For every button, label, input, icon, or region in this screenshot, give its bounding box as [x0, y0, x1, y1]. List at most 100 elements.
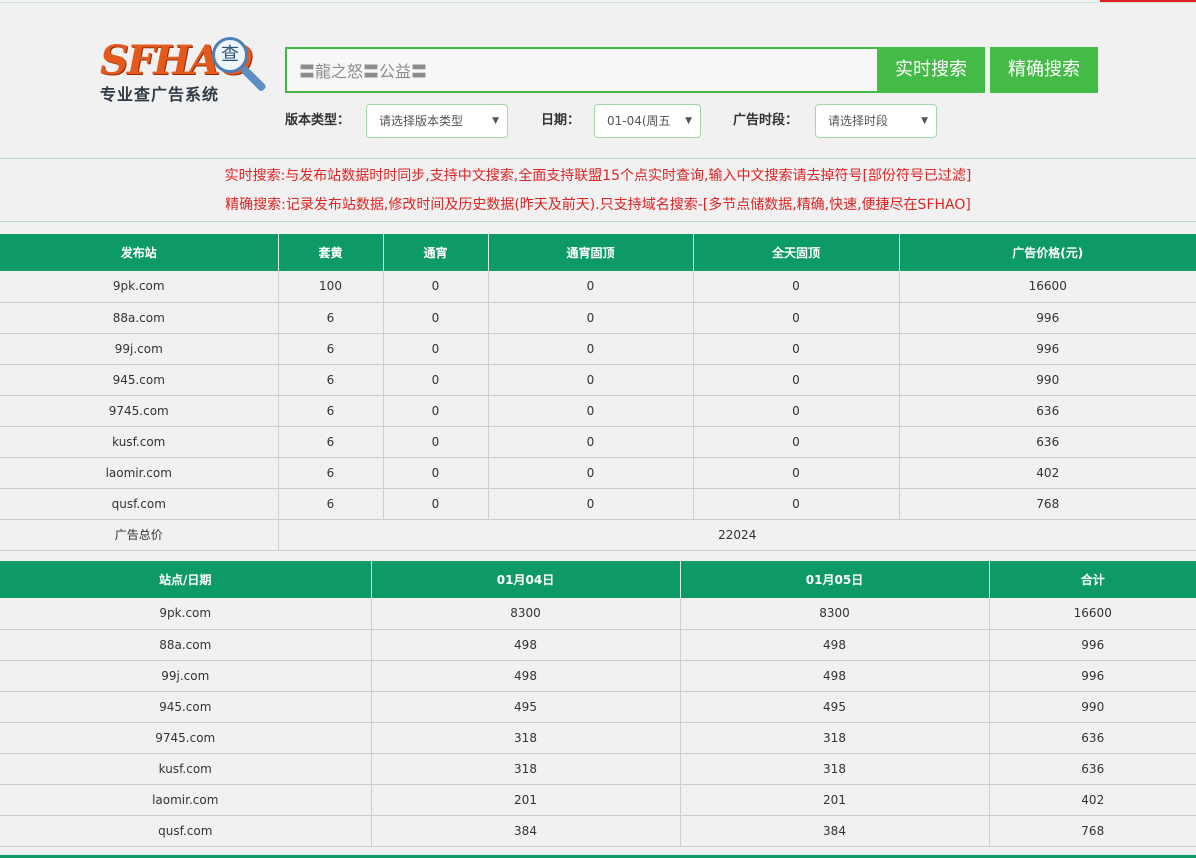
value-cell: 402 [989, 784, 1196, 816]
site-cell: qusf.com [0, 488, 279, 520]
version-type-value: 请选择版本类型 [379, 114, 464, 128]
value-cell: 0 [383, 488, 489, 520]
table-row: 99j.com 6 0 0 0 996 [0, 333, 1196, 365]
table-row: 88a.com 498 498 996 [0, 629, 1196, 661]
header-site-date: 站点/日期 [0, 561, 372, 598]
value-cell: 0 [488, 271, 694, 303]
site-cell: kusf.com [0, 426, 279, 458]
value-cell: 318 [680, 722, 990, 754]
logo[interactable]: SFHAO 查 专业查广告系统 [98, 37, 278, 104]
site-cell: 88a.com [0, 629, 372, 661]
value-cell: 636 [899, 395, 1196, 427]
table-row: qusf.com 6 0 0 0 768 [0, 488, 1196, 520]
date-value: 01-04(周五 [607, 114, 671, 128]
value-cell: 498 [680, 629, 990, 661]
value-cell: 384 [371, 815, 681, 847]
value-cell: 0 [488, 302, 694, 334]
value-cell: 0 [488, 457, 694, 489]
table-row: laomir.com 6 0 0 0 402 [0, 457, 1196, 489]
value-cell: 0 [383, 333, 489, 365]
value-cell: 0 [488, 488, 694, 520]
value-cell: 318 [371, 722, 681, 754]
value-cell: 201 [371, 784, 681, 816]
value-cell: 0 [383, 302, 489, 334]
table-row: kusf.com 6 0 0 0 636 [0, 426, 1196, 458]
chevron-down-icon: ▼ [685, 116, 692, 126]
site-cell: 9pk.com [0, 271, 279, 303]
table-header-row: 发布站 套黄 通宵 通宵固顶 全天固顶 广告价格(元) [0, 234, 1196, 271]
value-cell: 990 [989, 691, 1196, 723]
value-cell: 0 [693, 426, 900, 458]
value-cell: 498 [371, 660, 681, 692]
site-cell: 945.com [0, 691, 372, 723]
site-cell: 9745.com [0, 722, 372, 754]
date-select[interactable]: 01-04(周五 ▼ [594, 104, 701, 138]
site-cell: laomir.com [0, 784, 372, 816]
value-cell: 0 [383, 364, 489, 396]
table-row: laomir.com 201 201 402 [0, 784, 1196, 816]
header-ad-price: 广告价格(元) [899, 234, 1196, 271]
notice-panel: 实时搜索:与发布站数据时时同步,支持中文搜索,全面支持联盟15个点实时查询,输入… [0, 160, 1196, 222]
header-allday-pinned: 全天固顶 [693, 234, 900, 271]
daily-price-table: 站点/日期 01月04日 01月05日 合计 9pk.com 8300 8300 16… [0, 561, 1196, 847]
value-cell: 0 [693, 302, 900, 334]
value-cell: 996 [899, 302, 1196, 334]
value-cell: 8300 [680, 598, 990, 630]
ad-slot-select[interactable]: 请选择时段 ▼ [815, 104, 937, 138]
value-cell: 768 [899, 488, 1196, 520]
ad-summary-table: 发布站 套黄 通宵 通宵固顶 全天固顶 广告价格(元) 9pk.com 100 0 0… [0, 234, 1196, 551]
value-cell: 768 [989, 815, 1196, 847]
value-cell: 996 [899, 333, 1196, 365]
version-type-select[interactable]: 请选择版本类型 ▼ [366, 104, 508, 138]
table-row: 99j.com 498 498 996 [0, 660, 1196, 692]
logo-subtitle: 专业查广告系统 [100, 85, 220, 104]
header-overnight-pinned: 通宵固顶 [488, 234, 694, 271]
value-cell: 0 [383, 426, 489, 458]
value-cell: 0 [693, 333, 900, 365]
value-cell: 0 [383, 457, 489, 489]
total-label: 广告总价 [0, 519, 279, 551]
table-row: qusf.com 384 384 768 [0, 815, 1196, 847]
ad-slot-value: 请选择时段 [828, 114, 889, 128]
value-cell: 0 [693, 395, 900, 427]
table-row: 9pk.com 100 0 0 0 16600 [0, 271, 1196, 303]
value-cell: 6 [278, 395, 384, 427]
header-overnight: 通宵 [383, 234, 489, 271]
value-cell: 201 [680, 784, 990, 816]
site-cell: 945.com [0, 364, 279, 396]
value-cell: 6 [278, 364, 384, 396]
table-row: 9pk.com 8300 8300 16600 [0, 598, 1196, 630]
notice-exact: 精确搜索:记录发布站数据,修改时间及历史数据(昨天及前天).只支持域名搜索-[多… [225, 197, 971, 213]
value-cell: 6 [278, 426, 384, 458]
site-cell: laomir.com [0, 457, 279, 489]
value-cell: 990 [899, 364, 1196, 396]
header-total: 合计 [989, 561, 1196, 598]
value-cell: 318 [371, 753, 681, 785]
site-cell: 99j.com [0, 333, 279, 365]
ad-slot-label: 广告时段： [733, 113, 799, 128]
site-cell: 99j.com [0, 660, 372, 692]
value-cell: 996 [989, 629, 1196, 661]
value-cell: 0 [488, 364, 694, 396]
table-row: 945.com 495 495 990 [0, 691, 1196, 723]
value-cell: 0 [488, 333, 694, 365]
value-cell: 100 [278, 271, 384, 303]
value-cell: 495 [371, 691, 681, 723]
total-value: 22024 [278, 519, 1196, 551]
exact-search-button[interactable]: 精确搜索 [990, 47, 1098, 93]
value-cell: 384 [680, 815, 990, 847]
value-cell: 0 [693, 364, 900, 396]
value-cell: 6 [278, 457, 384, 489]
value-cell: 0 [488, 426, 694, 458]
value-cell: 318 [680, 753, 990, 785]
search-input[interactable] [285, 47, 879, 93]
realtime-search-button[interactable]: 实时搜索 [877, 47, 985, 93]
value-cell: 6 [278, 333, 384, 365]
header-publisher: 发布站 [0, 234, 279, 271]
filter-bar: 版本类型： 请选择版本类型 ▼ 日期： 01-04(周五 ▼ 广告时段： 请选择… [0, 104, 1196, 138]
chevron-down-icon: ▼ [921, 116, 928, 126]
date-label: 日期： [541, 113, 581, 128]
value-cell: 0 [693, 271, 900, 303]
value-cell: 636 [989, 722, 1196, 754]
header: SFHAO 查 专业查广告系统 实时搜索 精确搜索 版本类型： 请选择版本类型 … [0, 2, 1196, 159]
